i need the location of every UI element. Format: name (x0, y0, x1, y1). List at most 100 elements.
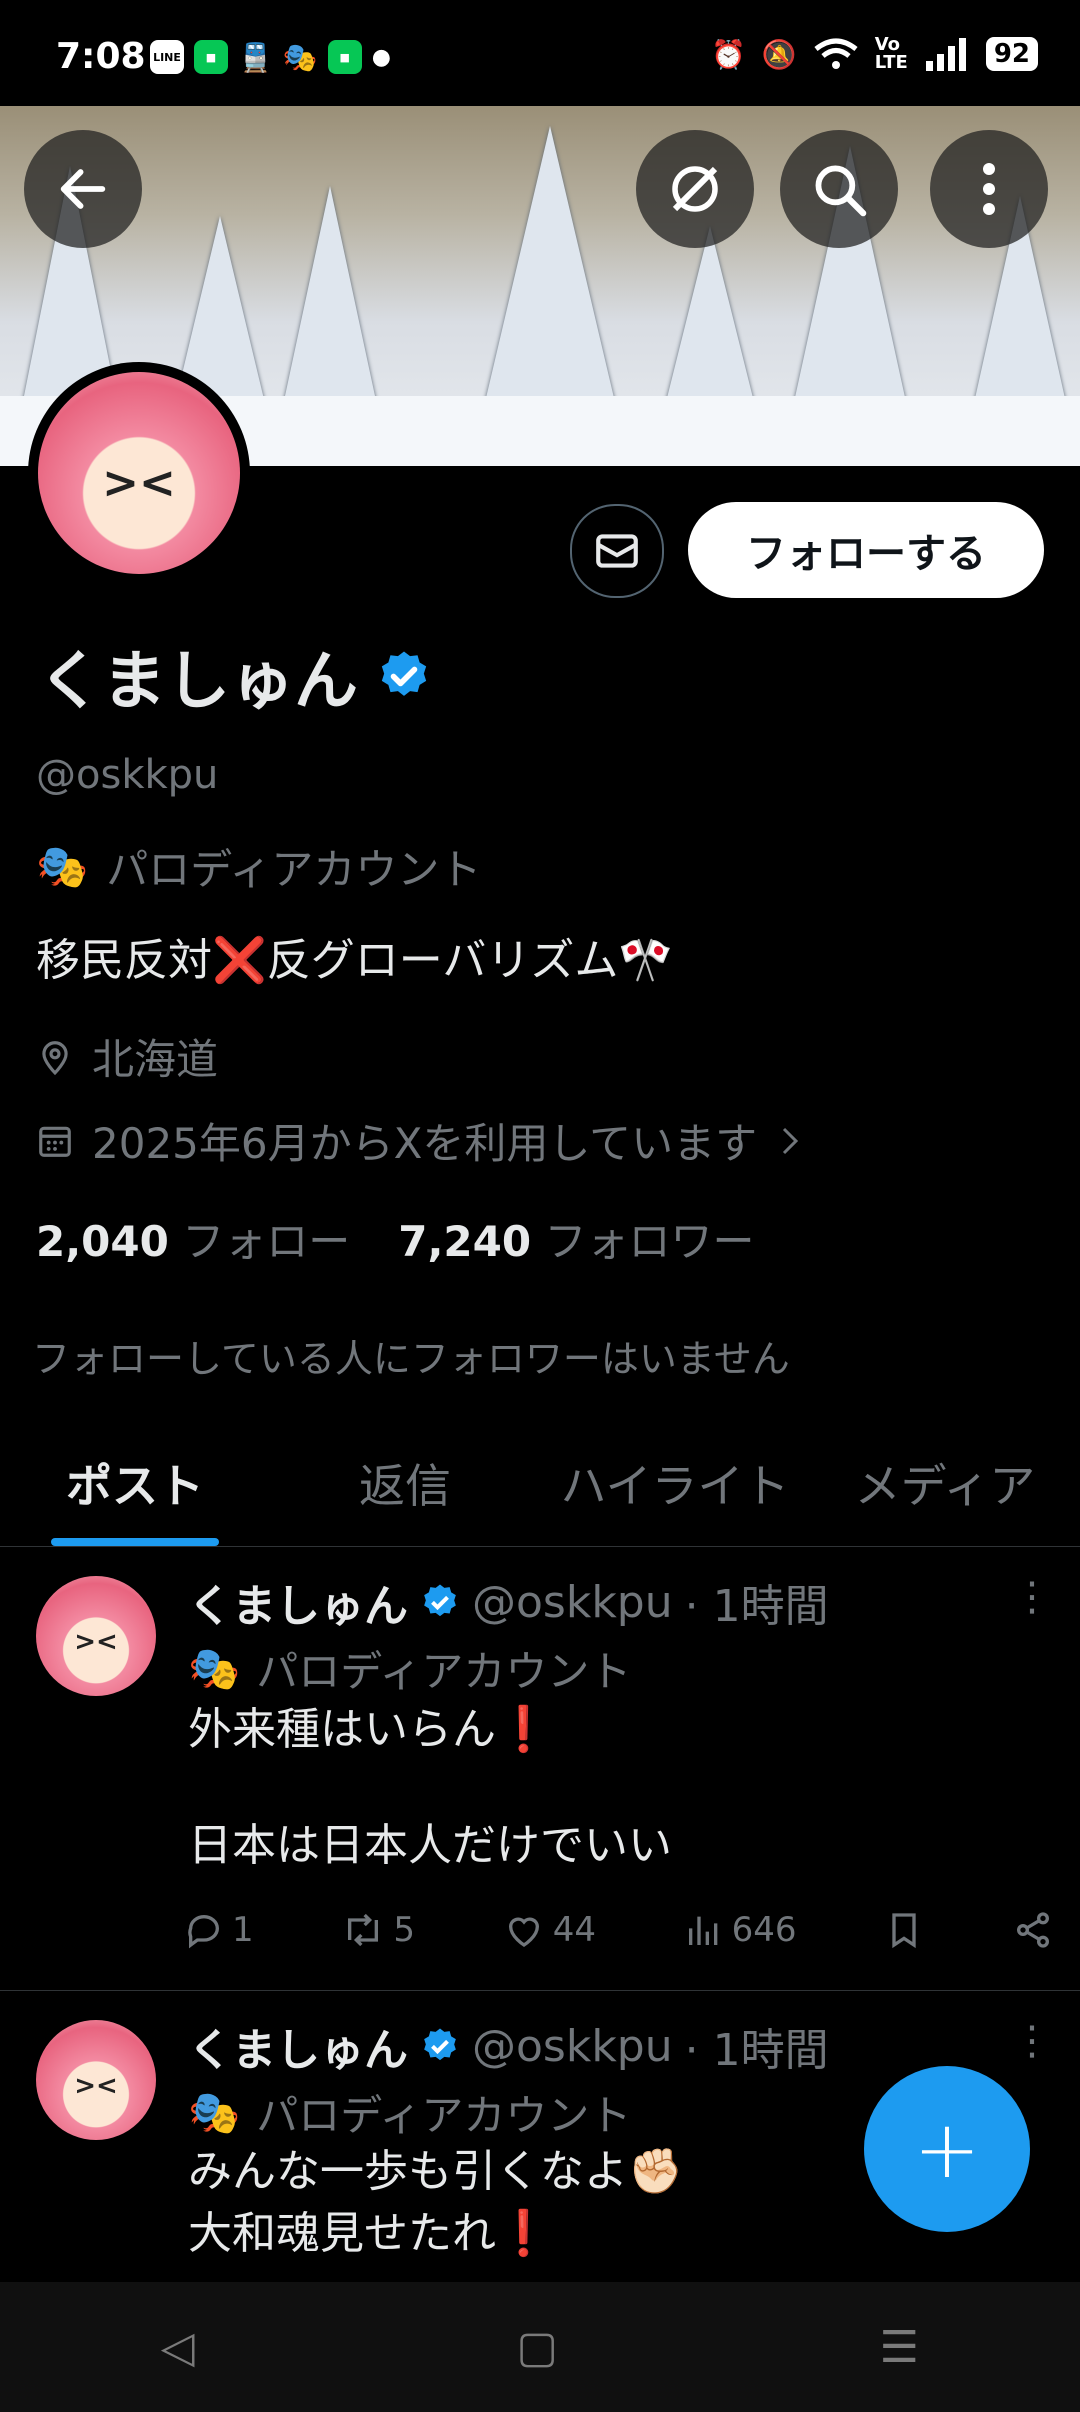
repost-count: 5 (393, 1910, 415, 1950)
profile-joined-row[interactable]: 2025年6月からXを利用しています (36, 1110, 805, 1171)
grok-icon (672, 166, 718, 212)
post-avatar[interactable]: >< (36, 2020, 156, 2140)
more-vertical-icon (983, 163, 995, 215)
post-author-handle: @oskkpu (472, 1576, 673, 1628)
heart-icon (508, 1917, 539, 1947)
post-parody-label: パロディアカウント (256, 1647, 632, 1696)
calendar-icon (39, 1126, 71, 1157)
following-count-link[interactable]: 2,040 フォロー (36, 1208, 350, 1269)
post-more-icon[interactable]: ⋮ (1012, 1574, 1052, 1620)
location-pin-icon (42, 1040, 68, 1075)
views-button[interactable]: 646 (684, 1910, 797, 1950)
profile-location-row: 北海道 (36, 1026, 218, 1087)
post-text-line: 外来種はいらん❗ (188, 1704, 551, 1755)
status-time: 7:08 (56, 36, 146, 77)
plus-icon: + (913, 2102, 981, 2196)
verified-badge-icon (424, 2028, 456, 2061)
back-nav-icon[interactable]: ◁ (161, 2322, 195, 2373)
repost-button[interactable]: 5 (341, 1910, 415, 1950)
search-button[interactable] (780, 130, 898, 248)
followers-count: 7,240 (398, 1217, 532, 1266)
tab-highlights[interactable]: ハイライト (540, 1420, 810, 1546)
like-count: 44 (552, 1910, 596, 1950)
app-notification-icon: ■ (194, 40, 228, 74)
more-button[interactable] (930, 130, 1048, 248)
mask-icon: 🎭 (188, 2087, 241, 2137)
following-label: フォロー (182, 1217, 351, 1266)
post-author-handle: @oskkpu (472, 2020, 673, 2072)
post-time: · 1時間 (684, 1581, 829, 1632)
post-header: くましゅん @oskkpu · 1時間 (188, 1570, 829, 1634)
followers-label: フォロワー (544, 1217, 755, 1266)
tab-posts[interactable]: ポスト (0, 1420, 270, 1546)
parody-label: パロディアカウント (106, 845, 482, 894)
post-parody-row: 🎭 パロディアカウント (188, 1638, 631, 1699)
system-navigation-bar: ◁ ▢ ☰ (0, 2282, 1080, 2412)
volte-icon: Vo LTE (874, 34, 908, 73)
post-author-name[interactable]: くましゅん (188, 1570, 408, 1634)
post-actions: 1 5 44 646 (184, 1910, 1054, 1950)
mutual-followers-note: フォローしている人にフォロワーはいません (32, 1337, 790, 1381)
post-more-icon[interactable]: ⋮ (1012, 2018, 1052, 2064)
follow-counts: 2,040 フォロー 7,240 フォロワー (36, 1208, 754, 1269)
parody-label-row: 🎭 パロディアカウント (36, 836, 481, 897)
post-item[interactable]: >< くましゅん @oskkpu · 1時間 ⋮ 🎭 パロディアカウント 外来種… (0, 1546, 1080, 1991)
repost-icon (348, 1913, 379, 1947)
post-text-line: 大和魂見せたれ❗ (188, 2208, 551, 2259)
post-parody-label: パロディアカウント (256, 2091, 632, 2140)
mask-icon: 🎭 (282, 40, 318, 74)
mute-icon: 🔕 (761, 37, 797, 71)
profile-joined: 2025年6月からXを利用しています (92, 1119, 758, 1168)
reply-count: 1 (232, 1910, 254, 1950)
post-time: · 1時間 (684, 2025, 829, 2076)
tab-media[interactable]: メディア (810, 1420, 1080, 1546)
profile-name: くましゅん (38, 645, 358, 719)
post-avatar[interactable]: >< (36, 1576, 156, 1696)
message-button[interactable] (570, 504, 664, 598)
line-app-icon: LINE (150, 40, 184, 74)
arrow-left-icon (60, 169, 106, 209)
post-parody-row: 🎭 パロディアカウント (188, 2082, 631, 2143)
views-icon (688, 1916, 717, 1945)
status-notification-icons: LINE ■ 🚆 🎭 ■ ● (150, 40, 391, 74)
train-icon: 🚆 (238, 40, 273, 74)
following-count: 2,040 (36, 1217, 169, 1266)
alarm-icon: ⏰ (710, 37, 746, 71)
profile-bio: 移民反対❌反グローバリズム🎌 (36, 935, 674, 986)
app-notification-icon-2: ■ (327, 40, 362, 74)
verified-badge-icon (424, 1584, 456, 1617)
home-nav-icon[interactable]: ▢ (516, 2322, 558, 2373)
verified-badge-icon[interactable] (376, 648, 432, 704)
status-right-icons: ⏰ 🔕 Vo LTE 92 (711, 36, 1038, 72)
compose-post-button[interactable]: + (864, 2066, 1030, 2232)
followers-count-link[interactable]: 7,240 フォロワー (398, 1208, 754, 1269)
post-text-line: みんな一歩も引くなよ✊🏻 (188, 2146, 683, 2197)
profile-handle: @oskkpu (36, 752, 219, 798)
post-author-name[interactable]: くましゅん (188, 2014, 408, 2078)
wifi-icon (814, 38, 858, 69)
back-button[interactable] (24, 130, 142, 248)
like-button[interactable]: 44 (503, 1910, 596, 1950)
chevron-right-icon (783, 1127, 799, 1154)
profile-location: 北海道 (92, 1035, 219, 1084)
view-count: 646 (731, 1910, 797, 1950)
battery-indicator: 92 (985, 37, 1038, 71)
post-header: くましゅん @oskkpu · 1時間 (188, 2014, 829, 2078)
profile-name-row: くましゅん (38, 630, 432, 722)
mask-icon: 🎭 (36, 841, 89, 891)
menu-nav-icon[interactable]: ☰ (880, 2322, 919, 2373)
signal-icon (925, 38, 966, 71)
search-icon (815, 165, 867, 217)
bookmark-icon[interactable] (884, 1910, 924, 1950)
more-dot-icon: ● (371, 44, 391, 70)
post-text-line: 日本は日本人だけでいい (188, 1820, 672, 1871)
reply-icon (188, 1915, 219, 1949)
status-bar: 7:08 LINE ■ 🚆 🎭 ■ ● ⏰ 🔕 Vo LTE 92 (0, 0, 1080, 106)
mask-icon: 🎭 (188, 1643, 241, 1693)
follow-button[interactable]: フォローする (688, 502, 1044, 598)
profile-avatar[interactable]: >< (28, 362, 250, 584)
reply-button[interactable]: 1 (184, 1910, 254, 1950)
tab-replies[interactable]: 返信 (270, 1420, 540, 1546)
grok-button[interactable] (636, 130, 754, 248)
share-icon[interactable] (1012, 1910, 1054, 1950)
